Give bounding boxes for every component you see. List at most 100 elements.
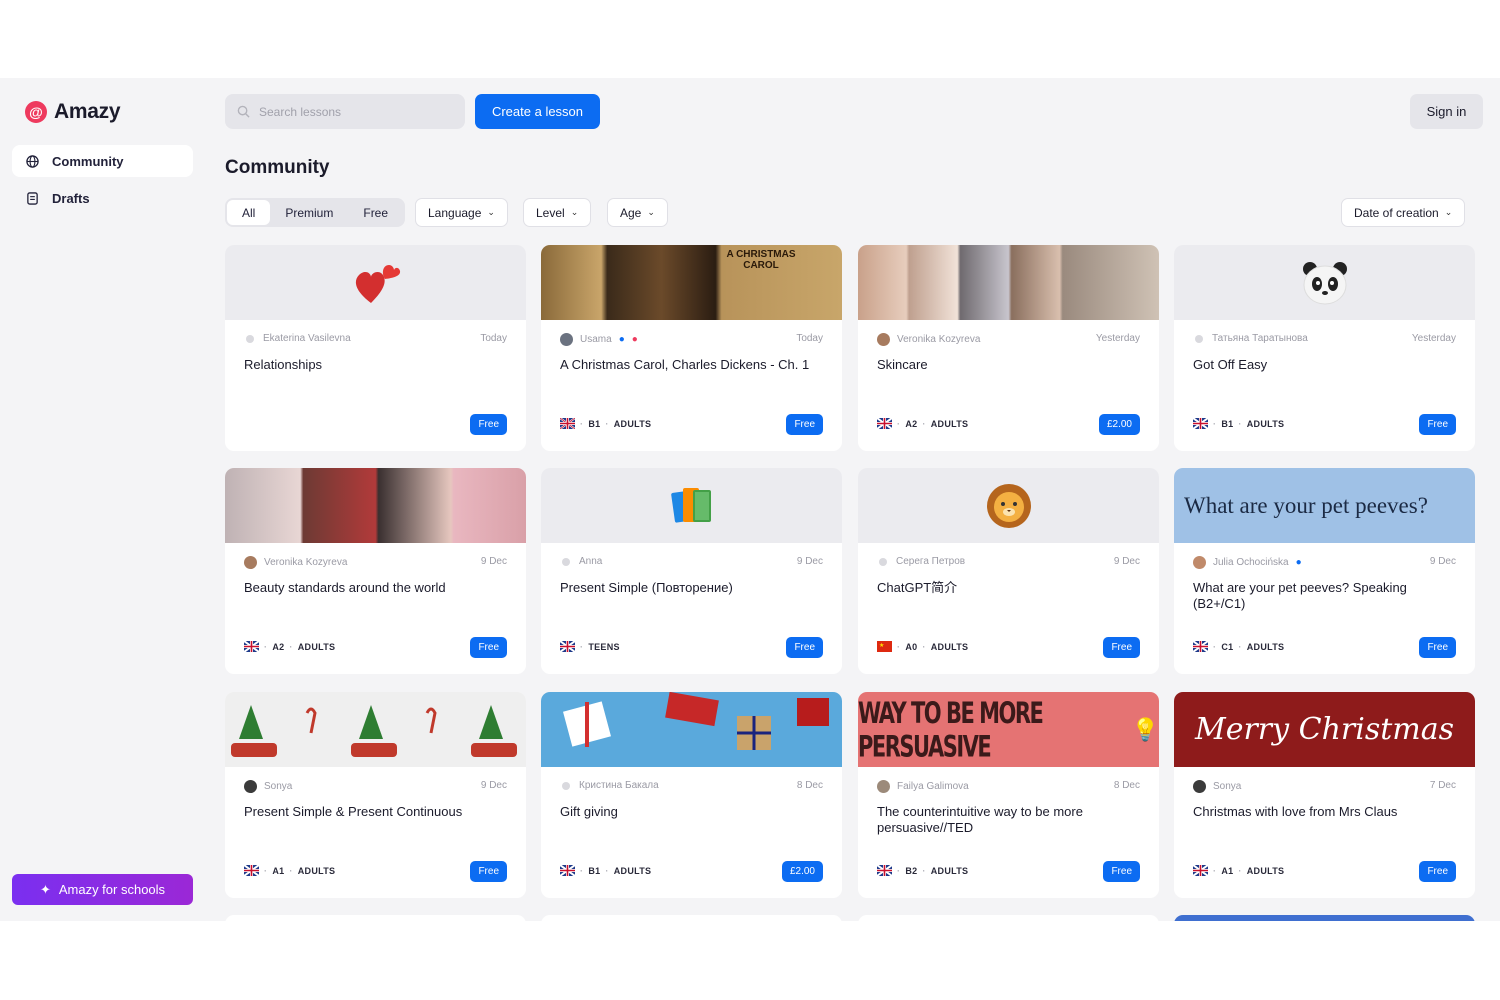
lesson-date: 8 Dec (796, 780, 823, 791)
lesson-card[interactable]: Ekaterina Vasilevna Today Relationships F… (225, 245, 526, 451)
uk-flag-icon (244, 865, 259, 876)
age-tag: ADULTS (1246, 641, 1285, 652)
lesson-title[interactable]: Beauty standards around the world (244, 580, 507, 596)
lesson-tags: · A1 · ADULTS (244, 865, 335, 876)
china-flag-icon: ★ (877, 641, 892, 652)
lesson-title[interactable]: ChatGPT简介 (877, 580, 1140, 596)
chevron-down-icon: ⌄ (647, 207, 655, 217)
lesson-tags: · TEENS (560, 641, 620, 652)
level-tag: B1 (588, 865, 601, 876)
lesson-thumbnail: WAY TO BE MORE PERSUASIVE 💡 (858, 692, 1159, 767)
lesson-date: 9 Dec (1429, 556, 1456, 567)
search-input[interactable] (259, 104, 449, 119)
lesson-thumbnail (225, 245, 526, 320)
lesson-card[interactable]: Sonya 9 Dec Present Simple & Present Cont… (225, 692, 526, 898)
lesson-title[interactable]: Gift giving (560, 804, 823, 820)
level-tag: A2 (905, 418, 918, 429)
lesson-thumbnail (541, 468, 842, 543)
author-name[interactable]: Ekaterina Vasilevna (263, 333, 351, 344)
author-name[interactable]: Veronika Kozyreva (897, 334, 980, 345)
filter-free[interactable]: Free (348, 200, 403, 225)
lesson-tags: · C1 · ADULTS (1193, 641, 1284, 652)
lesson-card[interactable]: WAY TO BE MORE PERSUASIVE 💡 Failya Galim… (858, 692, 1159, 898)
lesson-thumbnail (225, 468, 526, 543)
lesson-card[interactable]: Veronika Kozyreva 9 Dec Beauty standards … (225, 468, 526, 674)
sort-dropdown[interactable]: Date of creation ⌄ (1341, 198, 1466, 227)
lesson-card[interactable]: A CHRISTMAS CAROL Usama ● ● Today A Christm… (541, 245, 842, 451)
author-name[interactable]: Sonya (1213, 781, 1241, 792)
price-badge: Free (470, 414, 507, 435)
price-badge: Free (786, 414, 823, 435)
sign-in-button[interactable]: Sign in (1410, 94, 1483, 129)
lesson-thumbnail: Merry Christmas (1174, 692, 1475, 767)
lesson-card[interactable]: Merry Christmas Sonya 7 Dec Christmas wit… (1174, 692, 1475, 898)
sidebar: @ Amazy Community Drafts ✦ Amazy for sch… (0, 78, 206, 921)
author-name[interactable]: Failya Galimova (897, 781, 969, 792)
lesson-date: 8 Dec (1113, 780, 1140, 791)
author-name[interactable]: Usama (580, 334, 612, 345)
lesson-card[interactable]: Veronika Kozyreva Yesterday Skincare · A2 ·… (858, 245, 1159, 451)
lesson-card[interactable]: Серега Петров 9 Dec ChatGPT简介 ★ · A0 · ADULT… (858, 468, 1159, 674)
lesson-card[interactable]: What are your pet peeves? Julia Ochocińs… (1174, 468, 1475, 674)
sidebar-item-drafts[interactable]: Drafts (12, 182, 193, 214)
author-name[interactable]: Sonya (264, 781, 292, 792)
author-name[interactable]: Veronika Kozyreva (264, 557, 347, 568)
uk-flag-icon (1193, 418, 1208, 429)
lesson-title[interactable]: Christmas with love from Mrs Claus (1193, 804, 1456, 820)
lesson-card[interactable] (541, 915, 842, 921)
lesson-card[interactable] (1174, 915, 1475, 921)
author-name[interactable]: Anna (579, 556, 602, 567)
filter-premium[interactable]: Premium (270, 200, 348, 225)
lesson-title[interactable]: Relationships (244, 357, 507, 373)
age-tag: ADULTS (930, 865, 969, 876)
lesson-thumbnail (858, 468, 1159, 543)
avatar (1193, 556, 1206, 569)
avatar (1195, 334, 1203, 343)
level-tag: B1 (588, 418, 601, 429)
create-lesson-button[interactable]: Create a lesson (475, 94, 600, 129)
avatar (879, 557, 887, 566)
amazy-for-schools-button[interactable]: ✦ Amazy for schools (12, 874, 193, 905)
lesson-card[interactable]: Кристина Бакала 8 Dec Gift giving · B1 · ADU… (541, 692, 842, 898)
lesson-card[interactable] (858, 915, 1159, 921)
lesson-title[interactable]: Present Simple & Present Continuous (244, 804, 507, 820)
author-name[interactable]: Julia Ochocińska (1213, 557, 1289, 568)
author-name[interactable]: Серега Петров (896, 556, 965, 567)
lesson-title[interactable]: What are your pet peeves? Speaking (B2+/… (1193, 580, 1456, 612)
price-filter: All Premium Free (225, 198, 406, 227)
age-dropdown-label: Age (620, 205, 642, 220)
lesson-title[interactable]: A Christmas Carol, Charles Dickens - Ch.… (560, 357, 823, 373)
lesson-date: 7 Dec (1429, 780, 1456, 791)
lesson-thumbnail (541, 692, 842, 767)
lesson-title[interactable]: Skincare (877, 357, 1140, 373)
sidebar-item-community[interactable]: Community (12, 145, 193, 177)
lesson-date: 9 Dec (1113, 556, 1140, 567)
search-icon (237, 105, 250, 118)
lesson-tags: · B1 · ADULTS (560, 865, 651, 876)
uk-flag-icon (244, 641, 259, 652)
thumbnail-text: Merry Christmas (1194, 712, 1455, 747)
lesson-card[interactable] (225, 915, 526, 921)
logo[interactable]: @ Amazy (25, 100, 121, 124)
level-dropdown[interactable]: Level ⌄ (523, 198, 592, 227)
lesson-card[interactable]: Татьяна Таратынова Yesterday Got Off Easy… (1174, 245, 1475, 451)
books-icon (670, 487, 711, 523)
lesson-title[interactable]: Present Simple (Повторение) (560, 580, 823, 596)
uk-flag-icon (1193, 865, 1208, 876)
lesson-title[interactable]: Got Off Easy (1193, 357, 1456, 373)
price-badge: £2.00 (781, 861, 823, 882)
language-dropdown[interactable]: Language ⌄ (415, 198, 508, 227)
level-tag: A2 (272, 641, 285, 652)
author-name[interactable]: Татьяна Таратынова (1212, 333, 1308, 344)
verified-icon: ● (1295, 557, 1302, 568)
lesson-title[interactable]: The counterintuitive way to be more pers… (877, 804, 1140, 836)
price-badge: Free (786, 637, 823, 658)
page-title: Community (225, 157, 330, 178)
author-name[interactable]: Кристина Бакала (579, 780, 659, 791)
level-tag: A0 (905, 641, 918, 652)
lesson-card[interactable]: Anna 9 Dec Present Simple (Повторение) · T… (541, 468, 842, 674)
age-tag: ADULTS (1246, 418, 1285, 429)
search-bar[interactable] (225, 94, 465, 129)
age-dropdown[interactable]: Age ⌄ (607, 198, 668, 227)
filter-all[interactable]: All (227, 200, 271, 225)
